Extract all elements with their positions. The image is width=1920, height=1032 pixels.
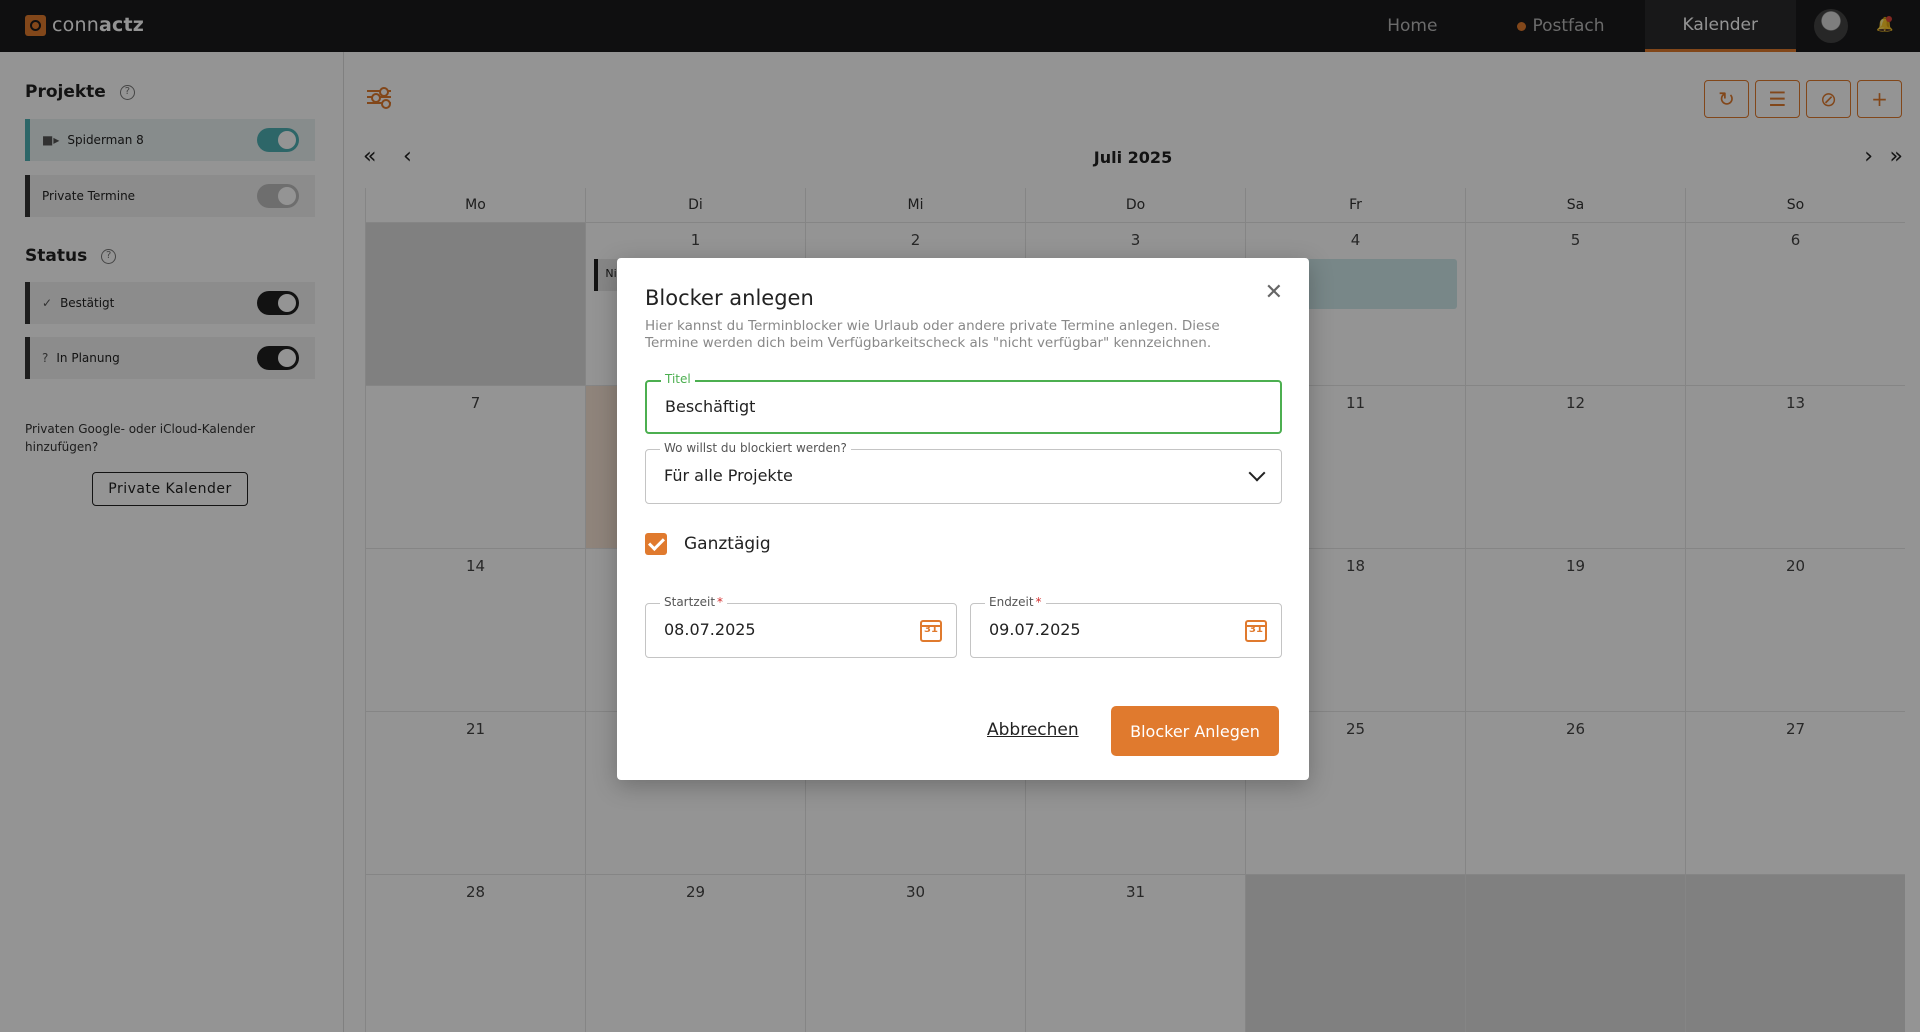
- chevron-down-icon: [1248, 464, 1266, 482]
- end-date-value: 09.07.2025: [989, 620, 1081, 639]
- calendar-icon[interactable]: 31: [920, 620, 942, 642]
- start-date-label: Startzeit *: [660, 595, 728, 609]
- scope-select-value: Für alle Projekte: [664, 466, 793, 485]
- start-date-field[interactable]: Startzeit * 08.07.2025 31: [645, 595, 957, 658]
- cancel-button[interactable]: Abbrechen: [987, 720, 1079, 740]
- title-field[interactable]: Titel Beschäftigt: [645, 372, 1282, 434]
- required-mark: *: [717, 595, 724, 609]
- dialog-title: Blocker anlegen: [645, 286, 814, 310]
- title-field-value: Beschäftigt: [665, 397, 756, 416]
- start-date-value: 08.07.2025: [664, 620, 756, 639]
- create-blocker-button[interactable]: Blocker Anlegen: [1111, 706, 1279, 756]
- end-date-field[interactable]: Endzeit * 09.07.2025 31: [970, 595, 1282, 658]
- end-date-label-text: Endzeit: [989, 595, 1034, 609]
- title-field-label: Titel: [661, 372, 695, 386]
- calendar-icon[interactable]: 31: [1245, 620, 1267, 642]
- end-date-label: Endzeit *: [985, 595, 1046, 609]
- scope-select[interactable]: Wo willst du blockiert werden? Für alle …: [645, 441, 1282, 504]
- blocker-dialog: ✕ Blocker anlegen Hier kannst du Terminb…: [617, 258, 1309, 780]
- scope-select-label: Wo willst du blockiert werden?: [660, 441, 851, 455]
- required-mark: *: [1035, 595, 1042, 609]
- dialog-description: Hier kannst du Terminblocker wie Urlaub …: [645, 318, 1220, 351]
- start-date-label-text: Startzeit: [664, 595, 716, 609]
- all-day-checkbox[interactable]: [645, 533, 667, 555]
- all-day-label: Ganztägig: [684, 534, 771, 554]
- close-icon[interactable]: ✕: [1265, 282, 1283, 304]
